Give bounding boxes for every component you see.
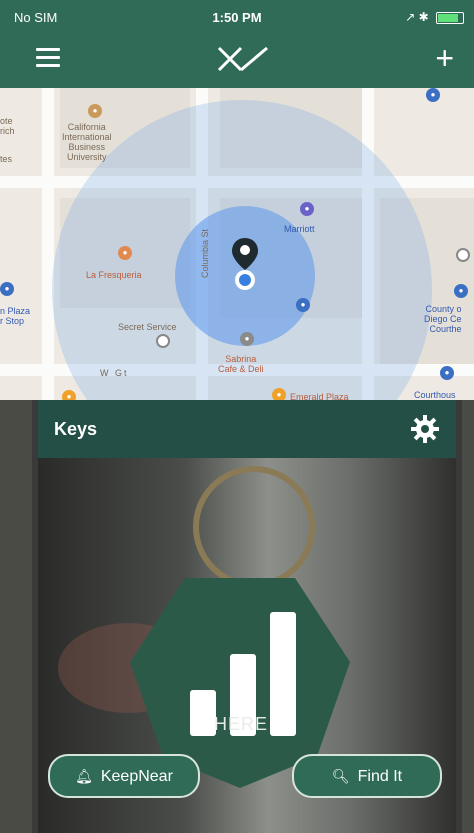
card-header: Keys bbox=[38, 400, 456, 458]
location-pin-icon bbox=[232, 238, 258, 290]
transit-icon: ● bbox=[0, 282, 14, 296]
menu-button[interactable] bbox=[36, 48, 60, 68]
battery-icon bbox=[436, 11, 464, 24]
map-label-columbia: Columbia St bbox=[200, 228, 210, 278]
map-label-plaza-stop: n Plaza r Stop bbox=[0, 306, 31, 326]
keepnear-label: KeepNear bbox=[100, 768, 173, 785]
restaurant-icon: ● bbox=[118, 246, 132, 260]
search-icon: 🔍︎ bbox=[331, 768, 350, 784]
poi-top-right-icon: ● bbox=[426, 88, 440, 102]
poi-gray-icon bbox=[456, 248, 470, 262]
service-icon bbox=[156, 334, 170, 348]
map-view[interactable]: ● California International Business Univ… bbox=[0, 88, 474, 400]
status-bar: No SIM 1:50 PM ↗ ✱ bbox=[0, 0, 474, 34]
xy-logo-icon bbox=[217, 46, 268, 72]
map-label-sabrina: Sabrina Cafe & Deli bbox=[218, 354, 264, 374]
plaza-icon: ● bbox=[272, 388, 286, 400]
keepnear-button[interactable]: 🔔︎ KeepNear bbox=[48, 754, 200, 798]
map-label-marriott: Marriott bbox=[284, 224, 315, 234]
signal-bar-1 bbox=[190, 690, 216, 736]
poi-blue-icon: ● bbox=[296, 298, 310, 312]
courthouse-2-icon: ● bbox=[440, 366, 454, 380]
app-header: No SIM 1:50 PM ↗ ✱ + bbox=[0, 0, 474, 88]
find-it-button[interactable]: 🔍︎ Find It bbox=[292, 754, 442, 798]
next-card-peek[interactable] bbox=[462, 400, 474, 833]
hamburger-icon bbox=[36, 48, 60, 51]
map-label-emerald-plaza: Emerald Plaza bbox=[290, 392, 349, 400]
map-label-left-top: ote rich bbox=[0, 116, 15, 136]
hotel-icon: ● bbox=[300, 202, 314, 216]
clock: 1:50 PM bbox=[212, 10, 262, 25]
map-label-university: California International Business Univer… bbox=[62, 122, 112, 162]
gear-icon[interactable] bbox=[410, 414, 440, 444]
poi-orange-icon: ● bbox=[62, 390, 76, 400]
map-label-courthouse: Courthous bbox=[414, 390, 456, 400]
item-title: Keys bbox=[54, 419, 98, 439]
item-card[interactable]: Keys HERE 🔔︎ KeepNear 🔍︎ Find It bbox=[38, 400, 456, 833]
map-label-left-mid: tes bbox=[0, 154, 13, 164]
courthouse-icon: ● bbox=[454, 284, 468, 298]
find-it-label: Find It bbox=[357, 768, 403, 785]
prev-card-peek[interactable] bbox=[0, 400, 32, 833]
bell-icon: 🔔︎ bbox=[75, 768, 93, 784]
signal-strength-icon bbox=[190, 556, 300, 736]
status-icons: ↗ ✱ bbox=[405, 10, 464, 24]
map-label-secret-service: Secret Service bbox=[118, 322, 177, 332]
map-label-street-w: W Gt bbox=[100, 368, 129, 378]
add-button[interactable]: + bbox=[435, 38, 454, 78]
map-label-la-fresqueria: La Fresqueria bbox=[86, 270, 142, 280]
map-label-county: County o Diego Ce Courthe bbox=[424, 304, 462, 334]
proximity-status: HERE bbox=[214, 714, 269, 734]
university-icon: ● bbox=[88, 104, 102, 118]
cafe-icon: ● bbox=[240, 332, 254, 346]
status-icons-text: ↗ ✱ bbox=[405, 10, 429, 24]
signal-bar-3 bbox=[270, 612, 296, 736]
